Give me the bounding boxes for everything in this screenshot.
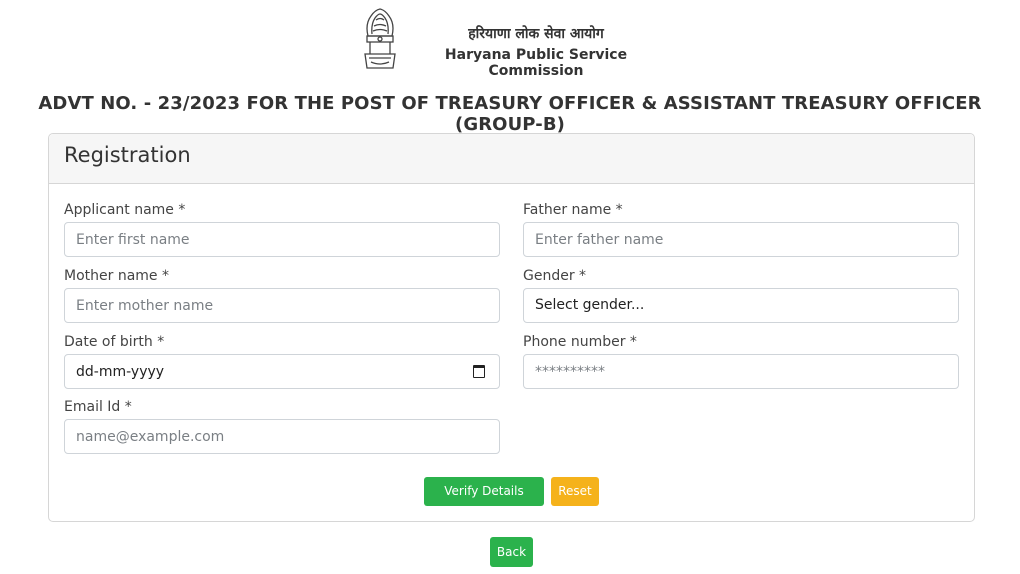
applicant-name-label: Applicant name *	[64, 202, 186, 218]
reset-button[interactable]: Reset	[551, 477, 599, 506]
email-input[interactable]	[64, 419, 500, 454]
phone-number-label: Phone number *	[523, 334, 637, 350]
back-button[interactable]: Back	[490, 537, 533, 567]
org-name-hindi: हरियाणा लोक सेवा आयोग	[468, 26, 604, 42]
mother-name-label: Mother name *	[64, 268, 169, 284]
card-title: Registration	[49, 134, 974, 184]
applicant-name-input[interactable]	[64, 222, 500, 257]
org-name-english: Haryana Public Service Commission	[444, 47, 628, 79]
email-label: Email Id *	[64, 399, 132, 415]
national-emblem-icon	[364, 8, 396, 69]
registration-card: Registration	[48, 133, 975, 522]
date-of-birth-value: dd-mm-yyyy	[76, 364, 165, 380]
gender-select[interactable]: Select gender...	[523, 288, 959, 323]
father-name-label: Father name *	[523, 202, 623, 218]
verify-details-button[interactable]: Verify Details	[424, 477, 544, 506]
gender-selected-value: Select gender...	[535, 297, 645, 313]
site-header: हरियाणा लोक सेवा आयोग Haryana Public Ser…	[0, 6, 1020, 79]
mother-name-input[interactable]	[64, 288, 500, 323]
calendar-icon[interactable]	[473, 365, 485, 378]
father-name-input[interactable]	[523, 222, 959, 257]
date-of-birth-label: Date of birth *	[64, 334, 165, 350]
advertisement-title: ADVT NO. - 23/2023 FOR THE POST OF TREAS…	[38, 93, 982, 135]
phone-number-input[interactable]	[523, 354, 959, 389]
date-of-birth-input[interactable]: dd-mm-yyyy	[64, 354, 500, 389]
gender-label: Gender *	[523, 268, 587, 284]
